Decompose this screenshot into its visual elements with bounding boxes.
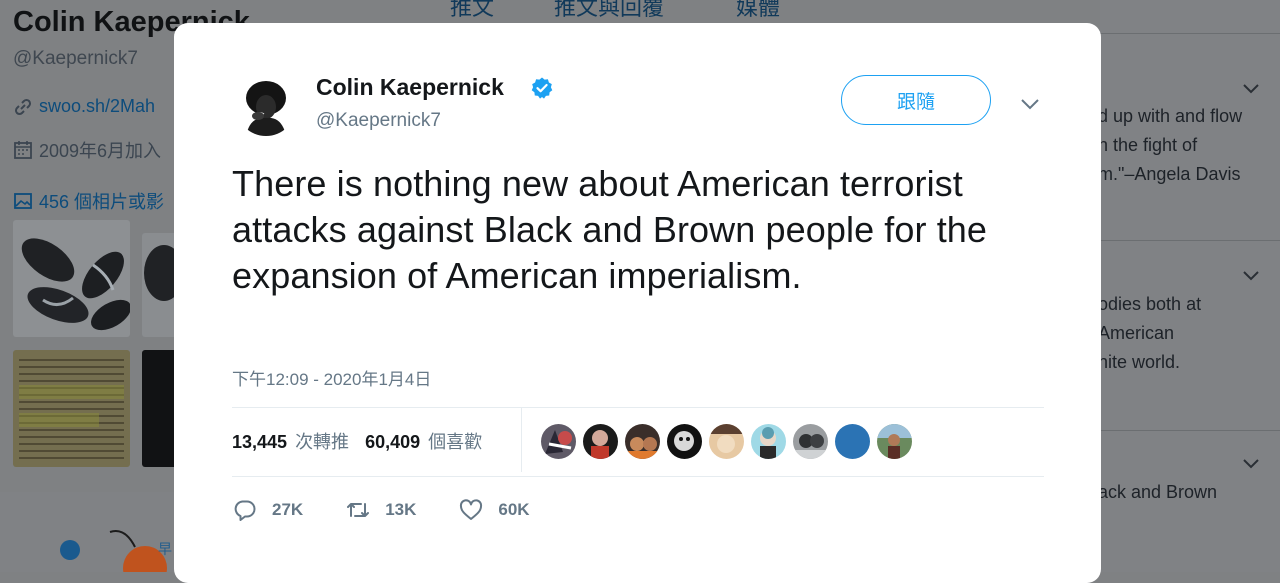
profile-link[interactable]: swoo.sh/2Mah: [39, 96, 155, 117]
book-page-image: [19, 359, 124, 459]
chevron-down-icon[interactable]: [1242, 270, 1260, 282]
chevron-down-icon[interactable]: [1242, 458, 1260, 470]
image-icon: [14, 193, 32, 209]
liker-avatars: [541, 424, 912, 459]
avatar-image: [236, 76, 296, 136]
bottom-decoration: 早: [0, 492, 175, 583]
media-thumbnail[interactable]: [13, 220, 130, 337]
divider: [1100, 33, 1280, 34]
tab-media[interactable]: 媒體: [736, 0, 780, 22]
liker-avatar[interactable]: [583, 424, 618, 459]
author-avatar[interactable]: [236, 76, 296, 136]
divider: [232, 407, 1044, 408]
link-icon: [14, 98, 32, 115]
chevron-down-icon[interactable]: [1020, 97, 1040, 111]
liker-avatar[interactable]: [667, 424, 702, 459]
retweet-stat[interactable]: 13,445 次轉推: [232, 428, 349, 454]
reply-count: 27K: [272, 500, 304, 519]
tweet-stats: 13,445 次轉推 60,409 個喜歡: [232, 428, 482, 454]
divider: [1100, 240, 1280, 241]
timeline-snippet: nite world.: [1098, 352, 1181, 372]
timeline-snippet: m."–Angela Davis: [1098, 164, 1241, 184]
profile-link-row[interactable]: swoo.sh/2Mah: [13, 96, 155, 117]
tweet-actions: 27K 13K 60K: [232, 497, 572, 523]
reply-button[interactable]: 27K: [232, 497, 303, 523]
retweet-icon: [347, 503, 370, 517]
liker-avatar[interactable]: [541, 424, 576, 459]
profile-joined: 2009年6月加入: [39, 141, 162, 161]
like-button[interactable]: 60K: [458, 497, 530, 523]
retweet-action-count: 13K: [385, 500, 417, 519]
tweet-modal: Colin Kaepernick @Kaepernick7 跟隨 There i…: [174, 23, 1101, 583]
liker-avatar[interactable]: [625, 424, 660, 459]
author-name[interactable]: Colin Kaepernick: [316, 74, 504, 101]
like-count: 60,409: [365, 432, 421, 452]
like-stat[interactable]: 60,409 個喜歡: [365, 428, 482, 454]
liker-avatar[interactable]: [835, 424, 870, 459]
like-label: 個喜歡: [428, 432, 483, 452]
timeline-snippet: odies both at: [1098, 294, 1202, 314]
chevron-down-icon[interactable]: [1242, 83, 1260, 95]
liker-avatar[interactable]: [793, 424, 828, 459]
divider: [521, 408, 522, 472]
retweet-button[interactable]: 13K: [345, 497, 416, 523]
follow-button[interactable]: 跟隨: [841, 75, 991, 125]
liker-avatar[interactable]: [877, 424, 912, 459]
like-action-count: 60K: [498, 500, 530, 519]
timeline-snippet: American: [1098, 323, 1175, 343]
profile-sidebar: Colin Kaepernick @Kaepernick7 swoo.sh/2M…: [0, 0, 250, 572]
tab-tweets-replies[interactable]: 推文與回覆: [554, 0, 664, 22]
timeline-snippet: ack and Brown: [1098, 482, 1218, 502]
tweet-text: There is nothing new about American terr…: [232, 163, 988, 296]
liker-avatar[interactable]: [751, 424, 786, 459]
profile-media-row[interactable]: 456 個相片或影: [13, 188, 164, 214]
profile-joined-row: 2009年6月加入: [13, 137, 161, 163]
retweet-label: 次轉推: [295, 432, 350, 452]
timeline-snippet: d up with and flow: [1098, 106, 1243, 126]
halloween-illustration: 早: [60, 530, 172, 583]
divider: [1100, 430, 1280, 431]
heart-icon: [460, 499, 483, 520]
profile-handle: @Kaepernick7: [13, 48, 138, 69]
retweet-count: 13,445: [232, 432, 288, 452]
media-thumbnail[interactable]: [13, 350, 130, 467]
profile-tabs: 推文 推文與回覆 媒體: [428, 0, 1100, 22]
sneaker-image: [21, 238, 130, 331]
author-handle[interactable]: @Kaepernick7: [316, 110, 441, 132]
verified-badge-icon: [531, 77, 553, 99]
tweet-timestamp[interactable]: 下午12:09 - 2020年1月4日: [232, 365, 431, 390]
calendar-icon: [14, 141, 32, 159]
liker-avatar[interactable]: [709, 424, 744, 459]
reply-icon: [234, 500, 256, 521]
timeline-snippet: h the fight of: [1098, 135, 1198, 155]
profile-media-count[interactable]: 456 個相片或影: [39, 188, 164, 214]
tab-tweets[interactable]: 推文: [450, 0, 494, 22]
svg-text:早: 早: [158, 542, 172, 558]
divider: [232, 476, 1044, 477]
